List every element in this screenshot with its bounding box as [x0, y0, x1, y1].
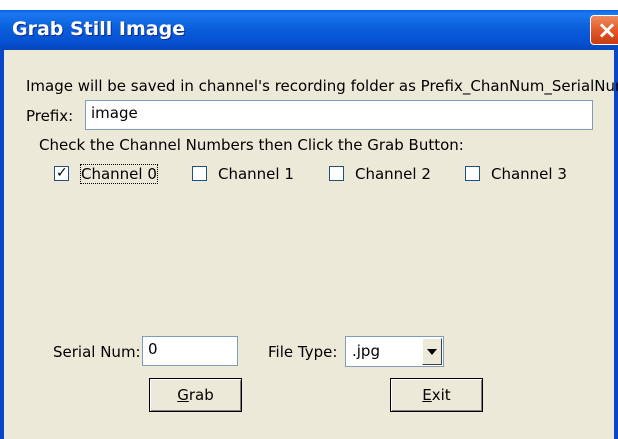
grab-button[interactable]: Grab: [149, 378, 242, 412]
channel-2-label[interactable]: Channel 2: [355, 165, 431, 183]
channel-2-checkbox[interactable]: [329, 166, 344, 181]
channel-0-label[interactable]: Channel 0: [80, 164, 158, 184]
channel-0-checkbox[interactable]: ✓: [54, 165, 69, 181]
grab-access-key: G: [177, 386, 189, 404]
channel-3-checkbox[interactable]: [465, 166, 480, 181]
top-margin: [0, 0, 618, 10]
dialog-window: Grab Still Image × Image will be saved i…: [0, 10, 618, 439]
prefix-label: Prefix:: [26, 107, 74, 125]
exit-access-key: E: [422, 386, 432, 404]
check-mark-icon: ✓: [56, 165, 68, 181]
serial-num-label: Serial Num:: [53, 343, 141, 361]
save-info-text: Image will be saved in channel's recordi…: [26, 77, 618, 95]
exit-button[interactable]: Exit: [390, 378, 483, 412]
serial-num-input[interactable]: 0: [142, 336, 238, 366]
dialog-content: Image will be saved in channel's recordi…: [0, 10, 618, 439]
channel-1-checkbox[interactable]: [192, 166, 207, 181]
prefix-input[interactable]: image: [85, 100, 593, 130]
chevron-down-icon[interactable]: [422, 338, 442, 365]
file-type-label: File Type:: [268, 343, 338, 361]
channel-1-label[interactable]: Channel 1: [218, 165, 294, 183]
file-type-value: .jpg: [352, 342, 380, 360]
channel-3-label[interactable]: Channel 3: [491, 165, 567, 183]
file-type-select[interactable]: .jpg: [345, 336, 444, 367]
instruction-text: Check the Channel Numbers then Click the…: [39, 136, 464, 154]
grab-label: rab: [188, 386, 214, 404]
exit-label: xit: [431, 386, 451, 404]
